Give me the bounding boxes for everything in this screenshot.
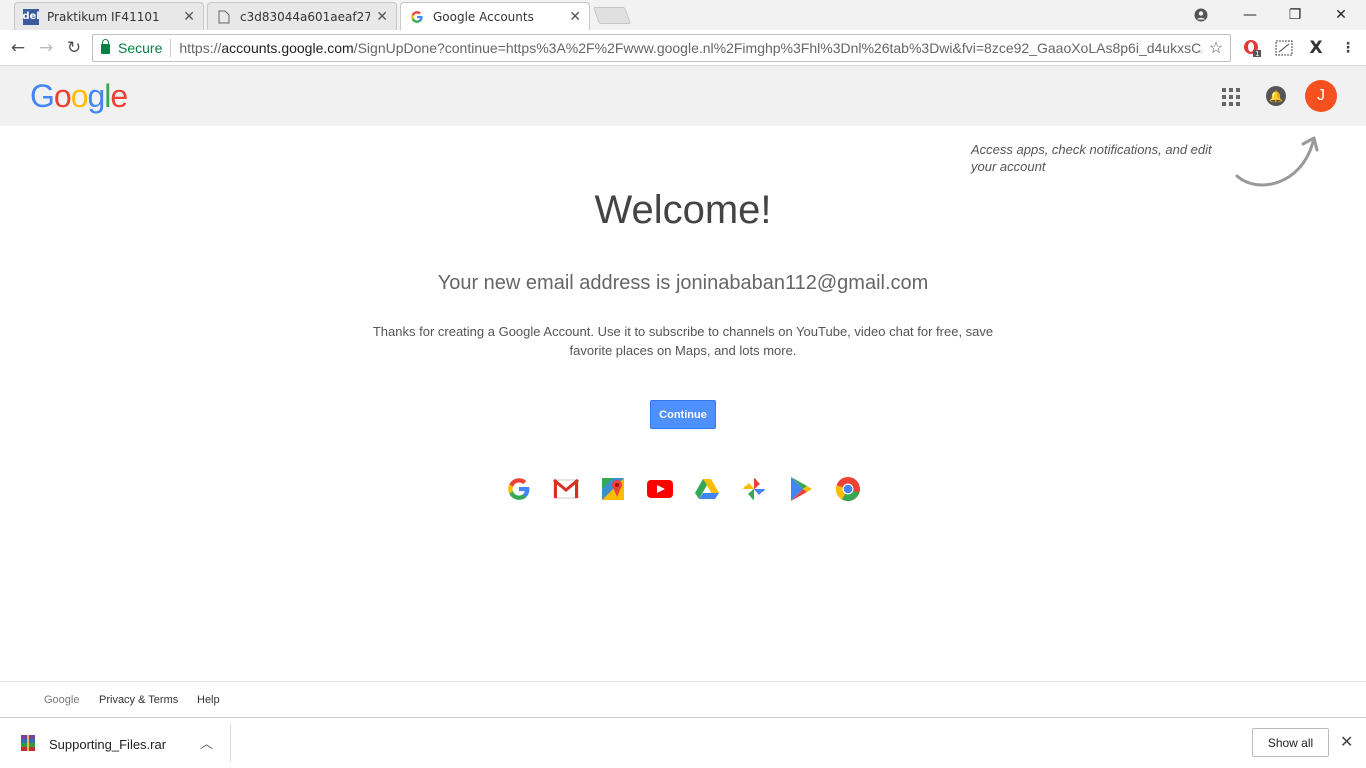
forward-icon[interactable]: → bbox=[34, 36, 58, 60]
close-download-bar-icon[interactable]: ✕ bbox=[1340, 732, 1353, 752]
restore-icon[interactable]: ❐ bbox=[1272, 0, 1318, 30]
notifications-bell-icon[interactable]: 🔔 bbox=[1266, 86, 1286, 106]
x-extension-icon[interactable]: X bbox=[1306, 38, 1326, 58]
play-icon bbox=[788, 476, 814, 502]
tab-strip: del Praktikum IF41101 ✕ c3d83044a601aeaf… bbox=[0, 0, 1366, 30]
secure-indicator[interactable]: Secure bbox=[93, 39, 172, 57]
secure-label: Secure bbox=[118, 40, 163, 56]
google-icon bbox=[506, 476, 532, 502]
minimize-icon[interactable]: — bbox=[1227, 0, 1273, 30]
lock-icon bbox=[101, 39, 110, 54]
download-filename[interactable]: Supporting_Files.rar bbox=[49, 737, 166, 752]
url-path: /SignUpDone?continue=https%3A%2F%2Fwww.g… bbox=[353, 40, 1202, 56]
curved-arrow-icon bbox=[1235, 136, 1319, 187]
divider bbox=[230, 724, 231, 762]
tab-praktikum[interactable]: del Praktikum IF41101 ✕ bbox=[14, 2, 204, 30]
close-window-icon[interactable]: ✕ bbox=[1318, 0, 1364, 30]
browser-toolbar: ← → ↻ Secure https://accounts.google.com… bbox=[0, 30, 1366, 66]
thanks-text: Thanks for creating a Google Account. Us… bbox=[372, 324, 994, 358]
photos-icon bbox=[741, 476, 767, 502]
chevron-up-icon[interactable]: ︿ bbox=[200, 733, 213, 752]
google-logo[interactable]: Google bbox=[30, 78, 128, 115]
new-tab-button[interactable] bbox=[592, 7, 632, 24]
url-scheme: https:// bbox=[179, 40, 222, 56]
tab-title: Praktikum IF41101 bbox=[47, 9, 160, 24]
tab-close-icon[interactable]: ✕ bbox=[183, 9, 195, 25]
opera-extension-icon[interactable]: 1 bbox=[1242, 38, 1262, 58]
gmail-icon bbox=[553, 476, 579, 502]
help-link[interactable]: Help bbox=[197, 694, 220, 706]
del-favicon-icon: del bbox=[22, 8, 40, 25]
email-line: Your new email address is joninababan112… bbox=[437, 272, 929, 294]
google-g-icon bbox=[409, 9, 425, 25]
tab-google-accounts[interactable]: Google Accounts ✕ bbox=[400, 2, 590, 30]
reload-icon[interactable]: ↻ bbox=[62, 36, 86, 60]
download-bar: Supporting_Files.rar ︿ Show all ✕ bbox=[0, 717, 1366, 768]
welcome-heading: Welcome! bbox=[594, 188, 772, 232]
page-icon bbox=[216, 9, 232, 25]
address-bar[interactable]: Secure https://accounts.google.com/SignU… bbox=[92, 34, 1231, 62]
rar-file-icon bbox=[21, 735, 35, 751]
google-header: Google 🔔 J bbox=[0, 66, 1366, 126]
tab-title: Google Accounts bbox=[433, 9, 534, 24]
privacy-terms-link[interactable]: Privacy & Terms bbox=[99, 694, 178, 706]
bookmark-star-icon[interactable]: ☆ bbox=[1202, 38, 1230, 58]
screenshot-extension-icon[interactable] bbox=[1274, 38, 1294, 58]
tab-close-icon[interactable]: ✕ bbox=[376, 9, 388, 25]
chrome-icon bbox=[835, 476, 861, 502]
back-icon[interactable]: ← bbox=[6, 36, 30, 60]
drive-icon bbox=[694, 476, 720, 502]
product-icons bbox=[506, 476, 861, 502]
show-all-button[interactable]: Show all bbox=[1252, 728, 1329, 757]
tab-title: c3d83044a601aeaf27eda bbox=[240, 9, 371, 24]
account-hint: Access apps, check notifications, and ed… bbox=[971, 142, 1212, 174]
continue-button[interactable]: Continue bbox=[650, 400, 716, 429]
menu-kebab-icon[interactable]: ⋮ bbox=[1338, 38, 1358, 58]
apps-grid-icon[interactable] bbox=[1222, 88, 1240, 106]
footer-google: Google bbox=[44, 694, 80, 706]
page-footer: Google Privacy & Terms Help bbox=[0, 681, 1366, 717]
tab-c3d83044[interactable]: c3d83044a601aeaf27eda ✕ bbox=[207, 2, 397, 30]
url-domain: accounts.google.com bbox=[221, 40, 354, 56]
extension-badge: 1 bbox=[1255, 50, 1259, 57]
tab-close-icon[interactable]: ✕ bbox=[569, 9, 581, 25]
avatar[interactable]: J bbox=[1305, 80, 1337, 112]
youtube-icon bbox=[647, 476, 673, 502]
profile-icon[interactable] bbox=[1178, 0, 1224, 30]
maps-icon bbox=[600, 476, 626, 502]
url-text: https://accounts.google.com/SignUpDone?c… bbox=[171, 40, 1202, 56]
